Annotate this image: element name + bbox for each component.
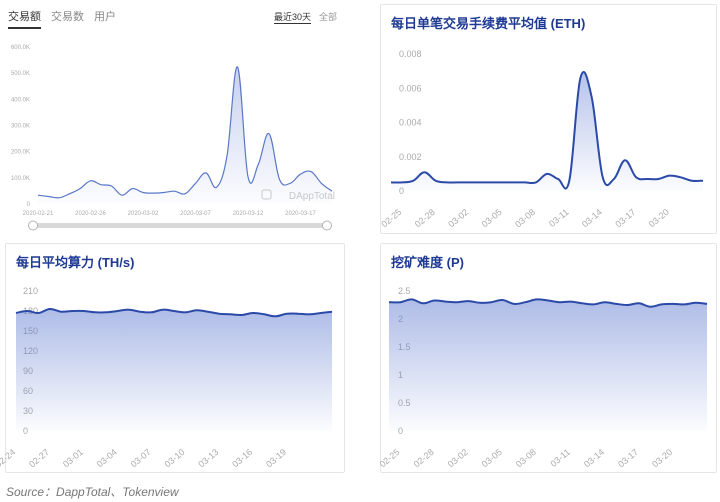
y-tick-label: 200.0K xyxy=(11,150,30,156)
x-tick-label: 2020-03-07 xyxy=(180,211,211,217)
x-tick-label: 03-16 xyxy=(230,447,254,469)
fee-chart: 00.0020.0040.0060.00802-2502-2803-0203-0… xyxy=(379,49,704,229)
x-tick-label: 03-02 xyxy=(446,207,470,229)
x-tick-label: 03-20 xyxy=(650,447,674,469)
difficulty-chart: 00.511.522.502-2502-2803-0203-0503-0803-… xyxy=(378,286,708,469)
panel-hashrate: 每日平均算力 (TH/s) 030609012015018021002-2402… xyxy=(0,243,345,473)
x-tick-label: 03-17 xyxy=(616,447,640,469)
series-line xyxy=(37,66,333,199)
y-tick-label: 600.0K xyxy=(11,45,30,51)
x-tick-label: 02-25 xyxy=(378,447,402,469)
x-tick-label: 2020-02-21 xyxy=(23,211,54,217)
y-tick-label: 0 xyxy=(27,202,31,208)
x-tick-label: 03-04 xyxy=(95,447,119,469)
x-tick-label: 02-25 xyxy=(379,207,403,229)
panel-average-fee: 每日单笔交易手续费平均值 (ETH) 00.0020.0040.0060.008… xyxy=(379,4,717,234)
series-area xyxy=(16,308,332,431)
x-tick-label: 03-13 xyxy=(196,447,220,469)
range-slider-handle-start[interactable] xyxy=(28,220,38,231)
panel-difficulty: 挖矿难度 (P) 00.511.522.502-2502-2803-0203-0… xyxy=(378,243,717,473)
x-tick-label: 2020-03-17 xyxy=(285,211,316,217)
y-tick-label: 210 xyxy=(23,286,38,296)
x-tick-label: 03-20 xyxy=(647,207,671,229)
x-tick-label: 02-28 xyxy=(413,207,437,229)
watermark-text: DAppTotal xyxy=(289,191,335,202)
x-tick-label: 03-19 xyxy=(264,447,288,469)
x-tick-label: 02-24 xyxy=(0,447,17,469)
x-tick-label: 03-08 xyxy=(514,447,538,469)
y-tick-label: 400.0K xyxy=(11,97,30,103)
x-tick-label: 03-17 xyxy=(613,207,637,229)
y-tick-label: 0.002 xyxy=(399,152,422,162)
x-tick-label: 03-14 xyxy=(580,207,604,229)
x-tick-label: 2020-02-26 xyxy=(75,211,106,217)
x-tick-label: 2020-03-02 xyxy=(128,211,159,217)
x-tick-label: 03-10 xyxy=(163,447,187,469)
hashrate-chart: 030609012015018021002-2402-2703-0103-040… xyxy=(0,286,333,469)
source-caption: Source：DappTotal、Tokenview xyxy=(6,485,179,499)
y-tick-label: 0.004 xyxy=(399,118,422,128)
series-area xyxy=(38,66,332,203)
series-area xyxy=(389,299,707,431)
series-line xyxy=(390,71,704,190)
x-tick-label: 2020-03-12 xyxy=(233,211,264,217)
x-tick-label: 03-07 xyxy=(129,447,153,469)
volume-chart: 0 100.0K 200.0K 300.0K 400.0K 500.0K 600.0K 202… xyxy=(11,45,335,231)
range-slider-track[interactable] xyxy=(30,223,330,228)
x-tick-label: 03-11 xyxy=(548,447,572,469)
x-tick-label: 02-28 xyxy=(412,447,436,469)
x-tick-label: 03-08 xyxy=(513,207,537,229)
y-tick-label: 0.008 xyxy=(399,49,422,59)
x-tick-label: 03-05 xyxy=(480,447,504,469)
y-tick-label: 300.0K xyxy=(11,124,30,130)
y-tick-label: 100.0K xyxy=(11,176,30,182)
y-tick-label: 0.006 xyxy=(399,83,422,93)
x-tick-label: 03-01 xyxy=(61,447,85,469)
panel-transaction-volume: 交易额 交易数 用户 最近30天 全部 0 100.0K 200.0K 300.0K 4… xyxy=(0,0,345,238)
x-tick-label: 03-11 xyxy=(547,207,571,229)
x-tick-label: 03-05 xyxy=(480,207,504,229)
range-slider-handle-end[interactable] xyxy=(322,220,332,231)
x-tick-label: 03-02 xyxy=(446,447,470,469)
x-tick-label: 03-14 xyxy=(582,447,606,469)
x-tick-label: 02-27 xyxy=(27,447,51,469)
y-tick-label: 2.5 xyxy=(398,286,411,296)
y-tick-label: 500.0K xyxy=(11,71,30,77)
